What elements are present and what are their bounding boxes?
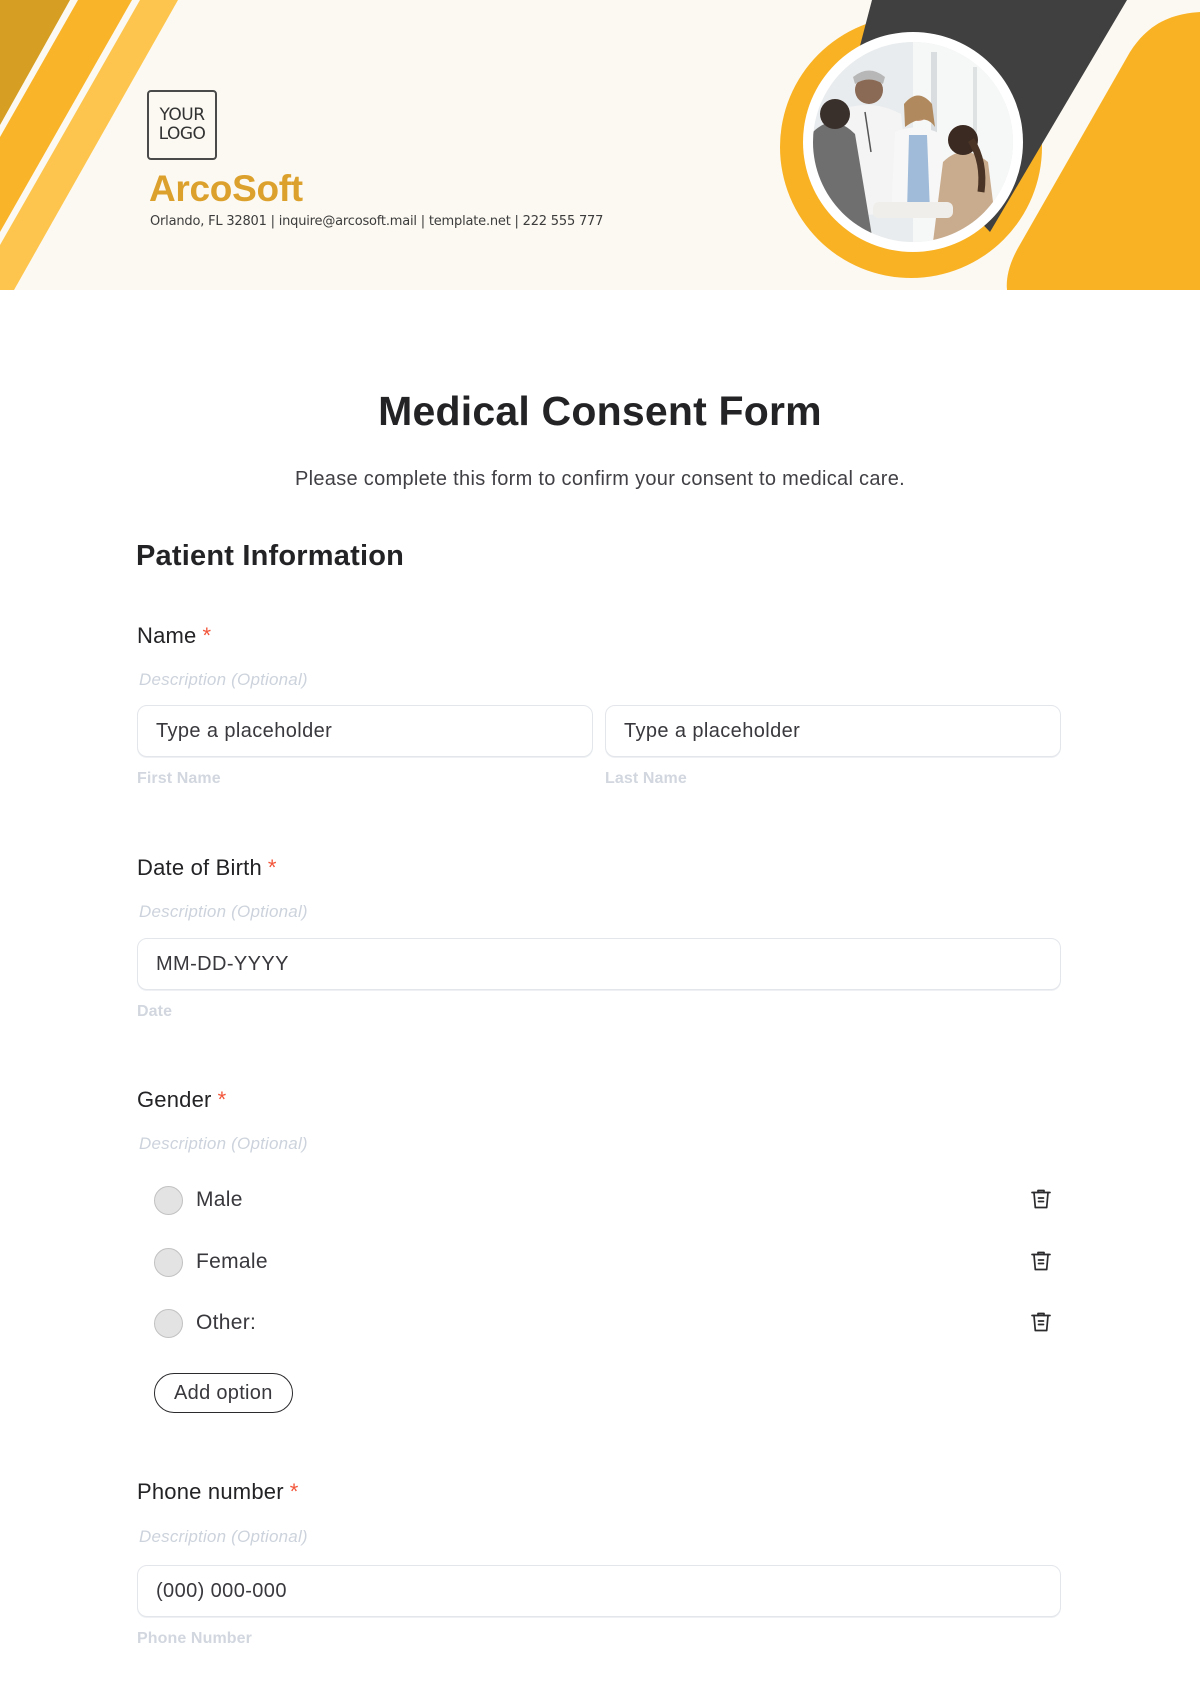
name-label-text: Name bbox=[137, 623, 197, 648]
gender-description[interactable]: Description (Optional) bbox=[139, 1134, 308, 1154]
radio-button[interactable] bbox=[154, 1185, 183, 1215]
trash-icon[interactable] bbox=[1026, 1184, 1056, 1214]
dob-label-text: Date of Birth bbox=[137, 855, 262, 880]
company-name: ArcoSoft bbox=[149, 168, 303, 209]
first-name-caption: First Name bbox=[137, 770, 221, 787]
dob-placeholder: MM-DD-YYYY bbox=[156, 952, 289, 975]
gender-option-male[interactable]: Male bbox=[154, 1184, 1054, 1216]
gender-option-other[interactable]: Other: bbox=[154, 1307, 1054, 1339]
gender-label-text: Gender bbox=[137, 1087, 212, 1112]
last-name-placeholder: Type a placeholder bbox=[624, 719, 801, 742]
form-subtitle: Please complete this form to confirm you… bbox=[294, 468, 906, 490]
logo-text-line1: YOUR bbox=[159, 105, 205, 125]
date-of-birth-input[interactable]: MM-DD-YYYY bbox=[137, 938, 1061, 990]
dob-caption: Date bbox=[137, 1003, 173, 1020]
phone-label-text: Phone number bbox=[137, 1479, 284, 1504]
first-name-input[interactable]: Type a placeholder bbox=[137, 705, 593, 757]
form-title: Medical Consent Form bbox=[378, 388, 822, 434]
dob-label: Date of Birth * bbox=[137, 855, 277, 881]
option-label: Other: bbox=[196, 1311, 257, 1334]
phone-number-input[interactable]: (000) 000-000 bbox=[137, 1565, 1061, 1617]
logo-text-line2: LOGO bbox=[158, 124, 206, 144]
trash-icon[interactable] bbox=[1026, 1246, 1056, 1276]
option-label: Male bbox=[196, 1188, 243, 1211]
phone-caption: Phone Number bbox=[137, 1630, 252, 1647]
clinic-photo bbox=[813, 42, 1013, 242]
trash-icon[interactable] bbox=[1026, 1307, 1056, 1337]
logo-placeholder: YOUR LOGO bbox=[147, 90, 217, 160]
required-asterisk: * bbox=[217, 1087, 227, 1112]
name-label: Name * bbox=[137, 623, 211, 649]
radio-button[interactable] bbox=[154, 1247, 183, 1277]
add-option-button[interactable]: Add option bbox=[154, 1373, 293, 1413]
last-name-input[interactable]: Type a placeholder bbox=[605, 705, 1061, 757]
contact-info: Orlando, FL 32801 | inquire@arcosoft.mai… bbox=[150, 214, 604, 229]
last-name-caption: Last Name bbox=[605, 770, 687, 787]
required-asterisk: * bbox=[289, 1479, 299, 1504]
gender-label: Gender * bbox=[137, 1087, 226, 1113]
name-description[interactable]: Description (Optional) bbox=[139, 670, 308, 690]
required-asterisk: * bbox=[202, 623, 212, 648]
dob-description[interactable]: Description (Optional) bbox=[139, 902, 308, 922]
phone-label: Phone number * bbox=[137, 1479, 299, 1505]
first-name-placeholder: Type a placeholder bbox=[156, 719, 333, 742]
letterhead-header: YOUR LOGO ArcoSoft Orlando, FL 32801 | i… bbox=[0, 0, 1200, 290]
phone-placeholder: (000) 000-000 bbox=[156, 1579, 287, 1602]
phone-description[interactable]: Description (Optional) bbox=[139, 1527, 308, 1547]
option-label: Female bbox=[196, 1250, 268, 1273]
gender-option-female[interactable]: Female bbox=[154, 1246, 1054, 1278]
required-asterisk: * bbox=[267, 855, 277, 880]
section-title-patient-information: Patient Information bbox=[136, 540, 405, 572]
radio-button[interactable] bbox=[154, 1308, 183, 1338]
photo-illustration bbox=[813, 42, 1013, 242]
